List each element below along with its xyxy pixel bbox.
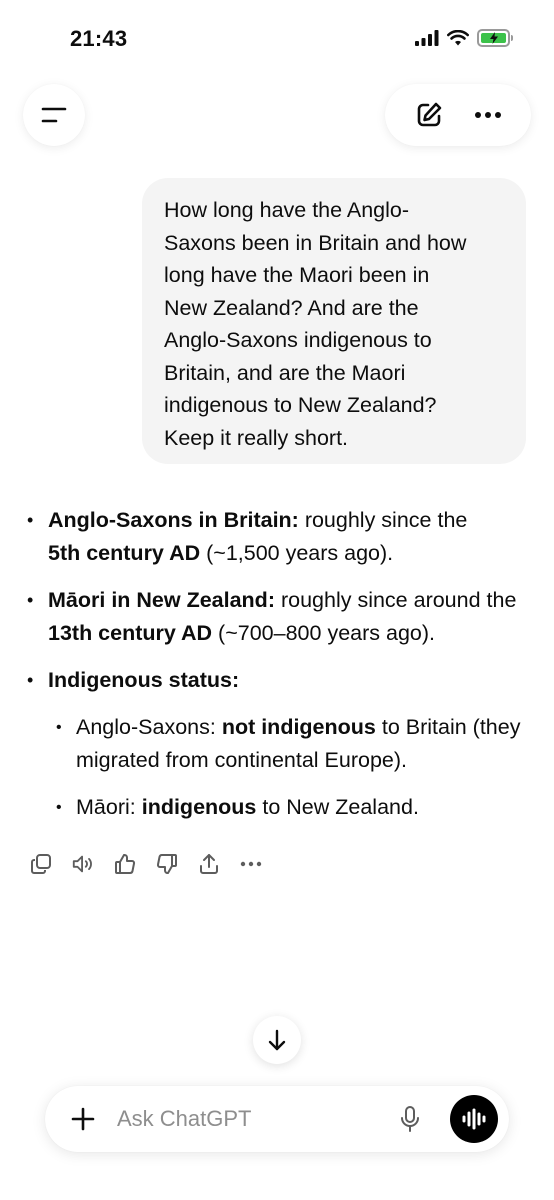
answer-subitem-text: Māori: [76, 795, 142, 819]
user-message-bubble: How long have the Anglo- Saxons been in … [142, 178, 526, 464]
answer-item-heading: Anglo-Saxons in Britain: [48, 508, 299, 532]
share-icon [200, 854, 218, 874]
more-options-button[interactable] [474, 111, 502, 119]
message-input[interactable] [117, 1102, 377, 1136]
answer-item-text: (~700–800 years ago). [212, 621, 435, 645]
new-chat-button[interactable] [414, 100, 444, 130]
user-message-line: Saxons been in Britain and how [164, 230, 467, 255]
user-message-line: How long have the Anglo- [164, 198, 410, 222]
cellular-signal-icon [415, 30, 439, 46]
answer-item-indigenous-status: Indigenous status: Anglo-Saxons: not ind… [27, 664, 537, 824]
status-time: 21:43 [70, 26, 128, 51]
thumbs-up-button[interactable] [113, 852, 137, 876]
user-message-line: New Zealand? And are the [164, 295, 419, 320]
status-icons [415, 29, 513, 47]
menu-button[interactable] [23, 84, 85, 146]
user-message-line: Britain, and are the Maori [164, 360, 406, 385]
composer [45, 1086, 509, 1152]
thumbs-down-icon [156, 854, 177, 875]
assistant-answer: Anglo-Saxons in Britain: roughly since t… [27, 504, 537, 838]
answer-subitem-anglo-saxons: Anglo-Saxons: not indigenous to Britain … [56, 711, 537, 777]
wifi-icon [447, 30, 469, 46]
user-message-line: indigenous to New Zealand? [164, 393, 437, 417]
answer-subitem-maori: Māori: indigenous to New Zealand. [56, 791, 537, 824]
thumbs-down-button[interactable] [155, 852, 179, 876]
answer-item-heading: Indigenous status: [48, 668, 240, 692]
answer-subitem-text: Anglo-Saxons: [76, 715, 222, 739]
more-actions-button[interactable] [239, 852, 263, 876]
answer-subitem-emphasis: indigenous [141, 795, 257, 819]
top-actions [385, 84, 531, 146]
plus-icon [71, 1107, 95, 1131]
user-message-line: Anglo-Saxons indigenous to [164, 328, 432, 352]
answer-item-emphasis: 5th century AD [48, 541, 201, 565]
answer-item-text: roughly since around the [274, 588, 517, 612]
battery-charging-icon [477, 29, 513, 47]
answer-subitem-emphasis: not indigenous [221, 715, 376, 739]
voice-mode-button[interactable] [450, 1095, 498, 1143]
copy-button[interactable] [29, 852, 53, 876]
answer-list: Anglo-Saxons in Britain: roughly since t… [27, 504, 537, 824]
menu-icon [41, 107, 67, 123]
read-aloud-icon [72, 855, 92, 873]
answer-item-emphasis: 13th century AD [48, 621, 213, 645]
microphone-icon [401, 1106, 419, 1132]
answer-subitem-text: to New Zealand. [256, 795, 419, 819]
answer-item-maori: Māori in New Zealand: roughly since arou… [27, 584, 537, 650]
answer-item-text: (~1,500 years ago). [200, 541, 394, 565]
share-button[interactable] [197, 852, 221, 876]
answer-item-anglo-saxons: Anglo-Saxons in Britain: roughly since t… [27, 504, 537, 570]
scroll-to-bottom-button[interactable] [253, 1016, 301, 1064]
answer-sublist: Anglo-Saxons: not indigenous to Britain … [48, 711, 537, 824]
user-message-line: Keep it really short. [164, 425, 349, 450]
user-message-line: long have the Maori been in [164, 263, 430, 287]
message-action-row [29, 852, 263, 876]
more-icon [240, 861, 262, 867]
dictate-button[interactable] [395, 1104, 425, 1134]
read-aloud-button[interactable] [71, 852, 95, 876]
new-chat-icon [417, 102, 442, 127]
attach-button[interactable] [67, 1103, 99, 1135]
more-icon [475, 112, 501, 118]
answer-item-heading: Māori in New Zealand: [48, 588, 275, 612]
arrow-down-icon [268, 1029, 286, 1051]
copy-icon [31, 854, 51, 874]
answer-item-text: roughly since the [298, 508, 468, 532]
thumbs-up-icon [115, 853, 136, 874]
voice-mode-icon [462, 1108, 486, 1130]
